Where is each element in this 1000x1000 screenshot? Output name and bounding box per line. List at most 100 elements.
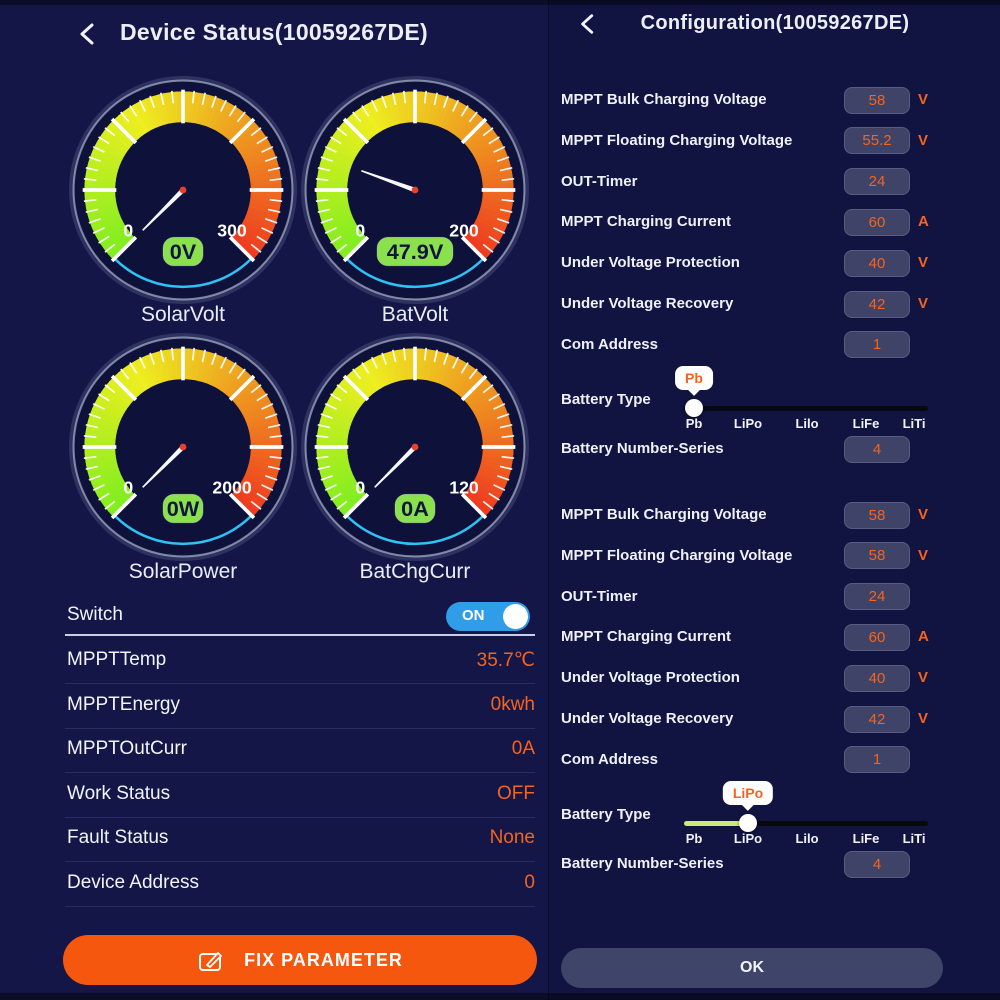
tooltip-tail — [687, 383, 701, 396]
battery-series-label: Battery Number-Series — [561, 855, 724, 872]
gauge-max-label: 2000 — [212, 478, 251, 498]
config-field-input[interactable]: 55.2 — [844, 127, 910, 155]
gauge-dial: 0 2000 0W — [69, 333, 297, 561]
gauge-value: 0A — [401, 496, 429, 521]
config-field-label: Com Address — [561, 335, 658, 353]
toggle-knob — [503, 604, 528, 629]
gauge-dial: 0 120 0A — [301, 333, 529, 561]
config-field-label: OUT-Timer — [561, 172, 638, 190]
battery-type-slider-track[interactable] — [684, 405, 928, 411]
gauge-max-label: 300 — [217, 221, 247, 241]
status-row-value: OFF — [497, 782, 535, 804]
config-field-input[interactable]: 58 — [844, 542, 910, 570]
gauge-dial: 0 300 0V — [69, 76, 297, 304]
battery-type-tooltip: Pb — [675, 366, 713, 396]
battery-type-slider-thumb[interactable] — [685, 399, 703, 417]
config-field-label: Under Voltage Protection — [561, 669, 740, 687]
config-field-label: Under Voltage Recovery — [561, 710, 734, 727]
status-row-label: Device Address — [67, 872, 200, 893]
gauge-dial: 0 20047.9V — [301, 76, 529, 304]
battery-option-Lilo: Lilo — [795, 416, 819, 431]
config-field-unit: V — [918, 669, 929, 687]
battery-type-label: Battery Type — [561, 806, 651, 823]
config-field-unit: V — [918, 254, 929, 272]
device-status-panel: Device Status(10059267DE) 0 300 0V SolarVol… — [0, 0, 548, 1000]
switch-state: ON — [462, 607, 485, 624]
battery-series-input[interactable]: 4 — [844, 435, 910, 463]
status-row-value: 0 — [524, 872, 535, 893]
battery-option-LiFe: LiFe — [852, 416, 880, 431]
config-field-unit: V — [918, 131, 929, 149]
tooltip-tail — [741, 798, 755, 811]
gauge-BatChgCurr: 0 120 0A — [301, 333, 529, 561]
config-field-input[interactable]: 1 — [844, 746, 910, 774]
status-row-label: Fault Status — [67, 827, 169, 849]
config-field-label: MPPT Floating Charging Voltage — [561, 546, 793, 564]
battery-option-Pb: Pb — [685, 831, 703, 846]
status-row-label: Work Status — [67, 782, 171, 804]
battery-option-LiPo: LiPo — [733, 831, 763, 846]
battery-type-slider-thumb[interactable] — [739, 814, 757, 832]
section-divider — [65, 634, 535, 636]
config-field-label: MPPT Charging Current — [561, 628, 732, 646]
config-field-label: Com Address — [561, 750, 658, 768]
gauge-max-label: 120 — [449, 478, 479, 498]
ok-button[interactable]: OK — [561, 948, 943, 988]
config-field-input[interactable]: 42 — [844, 705, 910, 733]
gauge-min-label: 0 — [123, 221, 133, 241]
config-field-label: Under Voltage Protection — [561, 254, 740, 272]
gauge-SolarVolt: 0 300 0V — [69, 76, 297, 304]
configuration-panel: Configuration(10059267DE) MPPT Bulk Char… — [548, 0, 1000, 1000]
page-title: Configuration(10059267DE) — [640, 12, 910, 34]
row-divider — [65, 906, 535, 907]
gauge-name-label: BatVolt — [381, 303, 449, 326]
config-field-input[interactable]: 58 — [844, 86, 910, 114]
page-title: Device Status(10059267DE) — [120, 19, 428, 45]
gauge-BatVolt: 0 200 47.9V — [301, 76, 529, 304]
status-row: Work Status OFF — [67, 773, 535, 817]
gauge-name-label: SolarPower — [128, 560, 238, 583]
gauge-name-label: SolarVolt — [140, 303, 226, 326]
switch-toggle[interactable]: ON — [446, 602, 530, 631]
config-field-unit: V — [918, 506, 929, 523]
switch-label: Switch — [67, 604, 123, 625]
gauge-min-label: 0 — [355, 221, 365, 241]
fix-parameter-label: FIX PARAMETER — [244, 949, 403, 970]
config-field-input[interactable]: 24 — [844, 168, 910, 196]
config-field-input[interactable]: 60 — [844, 208, 910, 236]
status-row-value: 35.7℃ — [476, 650, 535, 671]
battery-type-label: Battery Type — [561, 391, 651, 408]
battery-series-input[interactable]: 4 — [844, 850, 910, 878]
config-field-input[interactable]: 24 — [844, 583, 910, 611]
gauge-value: 47.9V — [387, 239, 444, 264]
config-field-input[interactable]: 1 — [844, 331, 910, 359]
status-row-label: MPPTEnergy — [67, 693, 180, 715]
config-field-input[interactable]: 42 — [844, 290, 910, 318]
gauge-min-label: 0 — [123, 478, 133, 498]
config-field-unit: A — [918, 213, 929, 231]
config-field-label: MPPT Bulk Charging Voltage — [561, 91, 767, 108]
config-field-input[interactable]: 40 — [844, 664, 910, 692]
config-field-label: OUT-Timer — [561, 587, 638, 605]
config-field-unit: V — [918, 710, 929, 727]
gauge-max-label: 200 — [449, 221, 479, 241]
battery-option-LiPo: LiPo — [733, 416, 763, 431]
battery-series-label: Battery Number-Series — [561, 440, 724, 457]
status-row: Fault Status None — [67, 817, 535, 861]
status-row: MPPTEnergy 0kwh — [67, 684, 535, 728]
config-field-input[interactable]: 60 — [844, 623, 910, 651]
status-row: MPPTOutCurr 0A — [67, 728, 535, 772]
status-row-value: None — [489, 827, 535, 849]
gauge-min-label: 0 — [355, 478, 365, 498]
fix-parameter-button[interactable]: FIX PARAMETER — [63, 935, 537, 985]
status-row-value: 0A — [511, 738, 535, 760]
status-row-label: MPPTTemp — [67, 649, 167, 670]
config-field-unit: V — [918, 546, 929, 564]
config-field-label: Under Voltage Recovery — [561, 295, 734, 312]
config-field-input[interactable]: 40 — [844, 249, 910, 277]
battery-type-tooltip: LiPo — [722, 781, 774, 811]
edit-icon — [199, 951, 223, 971]
battery-option-Lilo: Lilo — [795, 831, 819, 846]
config-field-label: MPPT Floating Charging Voltage — [561, 131, 793, 149]
config-field-input[interactable]: 58 — [844, 501, 910, 529]
